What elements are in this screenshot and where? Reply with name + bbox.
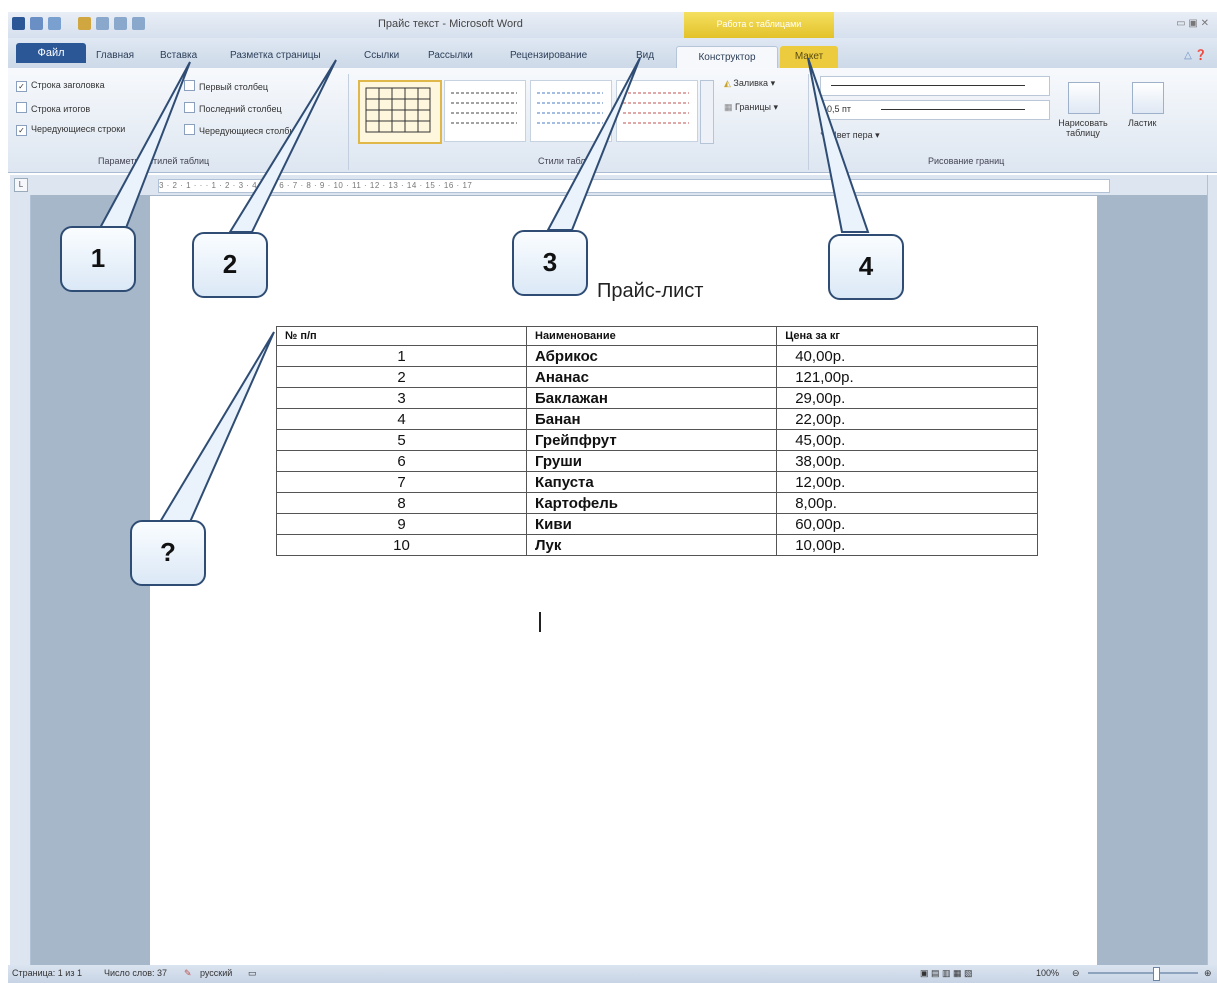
callout-1-pointer bbox=[98, 61, 191, 229]
callout-4-label: 4 bbox=[858, 251, 874, 281]
callout-2: 2 bbox=[192, 232, 268, 298]
callout-1-label: 1 bbox=[90, 243, 106, 273]
callout-3-label: 3 bbox=[542, 247, 558, 277]
callout-3: 3 bbox=[512, 230, 588, 296]
callout-4: 4 bbox=[828, 234, 904, 300]
callout-1: 1 bbox=[60, 226, 136, 292]
callout-2-label: 2 bbox=[222, 249, 238, 279]
callout-question: ? bbox=[130, 520, 206, 586]
callout-question-label: ? bbox=[160, 537, 176, 567]
callout-pointers bbox=[98, 57, 870, 523]
callout-question-pointer bbox=[158, 331, 275, 523]
callout-3-pointer bbox=[546, 57, 641, 231]
callout-4-pointer bbox=[807, 57, 870, 233]
callout-2-pointer bbox=[228, 59, 337, 233]
